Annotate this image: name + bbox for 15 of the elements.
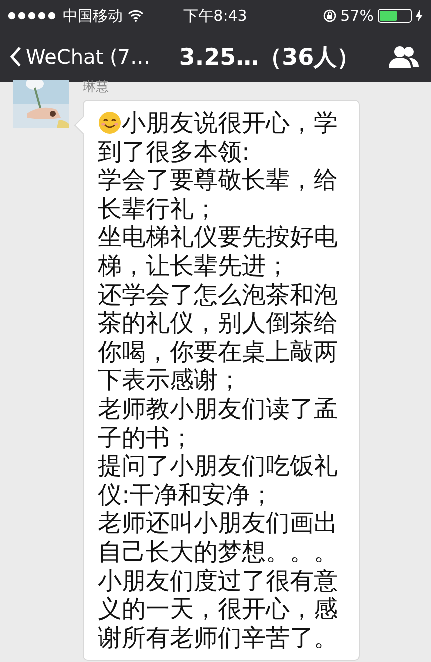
back-button[interactable]: WeChat (7…: [10, 45, 151, 69]
battery-percent: 57%: [340, 7, 374, 25]
signal-icon: [8, 12, 58, 20]
clock-time: 下午8:43: [184, 6, 248, 26]
charging-icon: [416, 10, 423, 22]
sender-name: 琳慧: [83, 80, 109, 96]
battery-icon: [378, 9, 412, 23]
carrier-name: 中国移动: [63, 6, 123, 26]
smiley-icon: [98, 111, 122, 135]
group-members-icon[interactable]: [389, 45, 419, 69]
message-text: 小朋友说很开心，学到了很多本领: 学会了要尊敬长辈，给长辈行礼； 坐电梯礼仪要先按好电梯，让长辈先进； 还学会了怎么泡茶和泡茶的礼仪，别人倒茶给你喝，你要在桌上敲两下表示感谢； 老师教小朋友们读了孟子的书； 提问了小朋友们吃饭礼仪:干净和安净； 老师还叫小朋友们画出自己长大的梦想。。。 小朋友们度过了很有意义的一天，很开心，感谢所有老师们辛苦了。: [98, 109, 339, 652]
chevron-left-icon: [10, 46, 22, 68]
wifi-icon: [128, 10, 144, 22]
rotation-lock-icon: [322, 9, 337, 23]
chat-title: 3.25…（36人）: [178, 44, 362, 72]
